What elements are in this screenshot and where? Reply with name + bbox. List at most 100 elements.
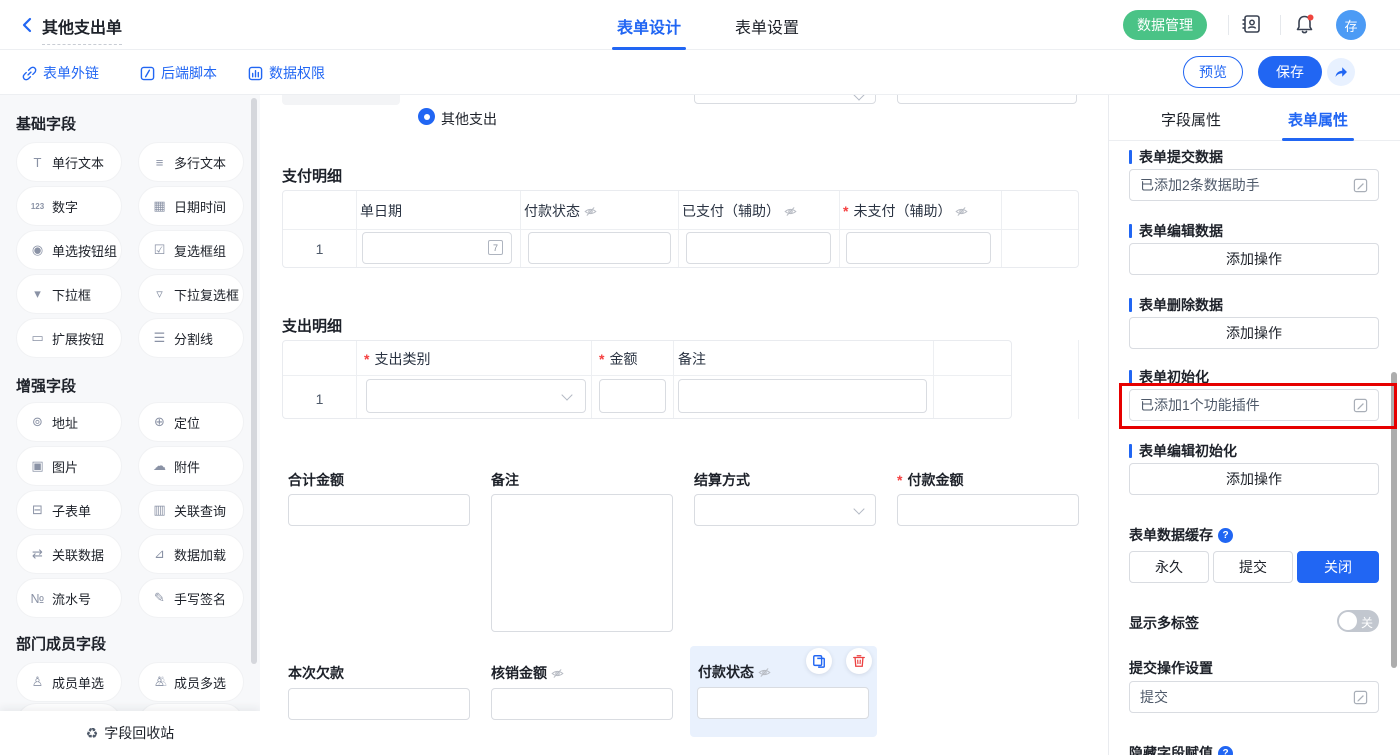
field-item-linked-query[interactable]: ▥关联查询 — [138, 490, 244, 530]
field-item-checkbox-group[interactable]: ☑复选框组 — [138, 230, 244, 270]
field-item-extend-button[interactable]: ▭扩展按钮 — [16, 318, 122, 358]
preview-button[interactable]: 预览 — [1183, 56, 1243, 88]
window-scrollbar[interactable] — [1391, 372, 1397, 668]
remark-textarea[interactable] — [491, 494, 673, 632]
tab-form-settings[interactable]: 表单设置 — [735, 14, 799, 38]
unpaid-input[interactable] — [846, 232, 991, 264]
pay-status-label: 付款状态 — [698, 662, 771, 682]
contacts-book-icon[interactable] — [1240, 13, 1264, 37]
sidebar-scrollbar[interactable] — [251, 98, 257, 664]
data-manage-button[interactable]: 数据管理 — [1123, 10, 1207, 40]
copy-field-button[interactable] — [806, 648, 832, 674]
category-select[interactable] — [366, 379, 586, 413]
field-item-select[interactable]: ▾下拉框 — [16, 274, 122, 314]
add-action-button[interactable]: 添加操作 — [1129, 463, 1379, 495]
col-header-unpaid: *未支付（辅助） — [843, 201, 968, 221]
add-action-button[interactable]: 添加操作 — [1129, 317, 1379, 349]
amount-input[interactable] — [599, 379, 666, 413]
serial-number-icon: № — [29, 591, 46, 606]
total-amount-label: 合计金额 — [288, 470, 344, 490]
debt-input[interactable] — [288, 688, 470, 720]
submit-action-value[interactable]: 提交 — [1129, 681, 1379, 713]
section-submit-action: 提交操作设置 — [1129, 658, 1213, 678]
pay-status-input[interactable] — [528, 232, 671, 264]
radio-selected[interactable] — [418, 108, 435, 125]
settlement-label: 结算方式 — [694, 470, 750, 490]
field-item-serial-number[interactable]: №流水号 — [16, 578, 122, 618]
field-library-sidebar: 基础字段 T单行文本 ≡多行文本 123数字 ▦日期时间 ◉单选按钮组 ☑复选框… — [0, 95, 260, 755]
notification-bell-icon[interactable] — [1293, 13, 1317, 37]
cache-option-permanent[interactable]: 永久 — [1129, 551, 1209, 583]
cache-option-submit[interactable]: 提交 — [1213, 551, 1293, 583]
help-icon[interactable]: ? — [1218, 528, 1233, 543]
save-button[interactable]: 保存 — [1258, 56, 1322, 88]
add-action-button[interactable]: 添加操作 — [1129, 243, 1379, 275]
col-header-category: *支出类别 — [364, 349, 430, 369]
multi-line-text-icon: ≡ — [151, 155, 168, 170]
cache-option-close[interactable]: 关闭 — [1297, 551, 1379, 583]
divider — [1280, 15, 1281, 35]
form-external-link[interactable]: 表单外链 — [22, 63, 99, 83]
clipped-select-field[interactable] — [694, 95, 876, 104]
form-design-canvas: 其他支出 支付明细 单日期 付款状态 已支付（辅助） *未支付（辅助） 1 7 … — [260, 95, 1108, 755]
share-button[interactable] — [1327, 58, 1355, 86]
field-item-signature[interactable]: ✎手写签名 — [138, 578, 244, 618]
field-item-divider[interactable]: ☰分割线 — [138, 318, 244, 358]
expense-detail-title: 支出明细 — [282, 315, 342, 336]
delete-field-button[interactable] — [846, 648, 872, 674]
field-item-attachment[interactable]: ☁附件 — [138, 446, 244, 486]
form-submit-data-value[interactable]: 已添加2条数据助手 — [1129, 169, 1379, 201]
section-title-basic-fields: 基础字段 — [16, 113, 76, 134]
field-item-locate[interactable]: ⊕定位 — [138, 402, 244, 442]
field-item-multi-select[interactable]: ▿下拉复选框 — [138, 274, 244, 314]
pay-detail-table: 单日期 付款状态 已支付（辅助） *未支付（辅助） 1 7 — [282, 190, 1079, 268]
field-item-linked-data[interactable]: ⇄关联数据 — [16, 534, 122, 574]
help-icon[interactable]: ? — [1218, 746, 1233, 755]
back-button[interactable] — [18, 15, 38, 35]
selected-field-pay-status[interactable]: 付款状态 — [690, 646, 877, 737]
data-permission-link[interactable]: 数据权限 — [248, 63, 325, 83]
writeoff-input[interactable] — [491, 688, 673, 720]
multi-tab-toggle[interactable]: 关 — [1337, 610, 1379, 632]
backend-script-link[interactable]: 后端脚本 — [140, 63, 217, 83]
tab-field-properties[interactable]: 字段属性 — [1161, 109, 1221, 130]
field-item-datetime[interactable]: ▦日期时间 — [138, 186, 244, 226]
avatar[interactable]: 存 — [1336, 10, 1366, 40]
eye-off-icon — [955, 205, 968, 218]
eye-off-icon — [584, 205, 597, 218]
link-icon — [22, 66, 37, 81]
pay-amount-input[interactable] — [897, 494, 1079, 526]
extend-button-icon: ▭ — [29, 330, 46, 346]
field-item-image[interactable]: ▣图片 — [16, 446, 122, 486]
clipped-input-field[interactable] — [897, 95, 1077, 104]
field-item-single-line-text[interactable]: T单行文本 — [16, 142, 122, 182]
field-item-multi-line-text[interactable]: ≡多行文本 — [138, 142, 244, 182]
remark-input[interactable] — [678, 379, 927, 413]
field-recycle-bin[interactable]: ♻ 字段回收站 — [0, 711, 260, 755]
field-item-subform[interactable]: ⊟子表单 — [16, 490, 122, 530]
field-item-radio-group[interactable]: ◉单选按钮组 — [16, 230, 122, 270]
field-item-number[interactable]: 123数字 — [16, 186, 122, 226]
settlement-select[interactable] — [694, 494, 876, 526]
tab-form-design[interactable]: 表单设计 — [617, 14, 681, 38]
pay-detail-title: 支付明细 — [282, 165, 342, 186]
eye-off-icon — [758, 666, 771, 679]
section-form-delete-data: 表单删除数据 — [1129, 295, 1223, 315]
field-item-address[interactable]: ⊚地址 — [16, 402, 122, 442]
tabs-divider — [1109, 140, 1400, 141]
select-icon: ▾ — [29, 286, 46, 302]
section-hidden-field-assign: 隐藏字段赋值? — [1129, 743, 1233, 755]
tab-form-properties[interactable]: 表单属性 — [1288, 109, 1348, 130]
pay-status-field-input[interactable] — [697, 687, 869, 719]
field-item-member-multi[interactable]: ♙成员多选 — [138, 662, 244, 702]
single-line-text-icon: T — [29, 155, 46, 170]
clipped-disabled-input — [282, 95, 400, 105]
paid-input[interactable] — [686, 232, 831, 264]
field-item-data-load[interactable]: ⊿数据加载 — [138, 534, 244, 574]
field-item-member-single[interactable]: ♙成员单选 — [16, 662, 122, 702]
date-input[interactable]: 7 — [362, 232, 512, 264]
active-tab-underline — [612, 47, 686, 50]
trash-icon — [852, 654, 866, 668]
total-amount-input[interactable] — [288, 494, 470, 526]
form-init-value[interactable]: 已添加1个功能插件 — [1129, 389, 1379, 421]
